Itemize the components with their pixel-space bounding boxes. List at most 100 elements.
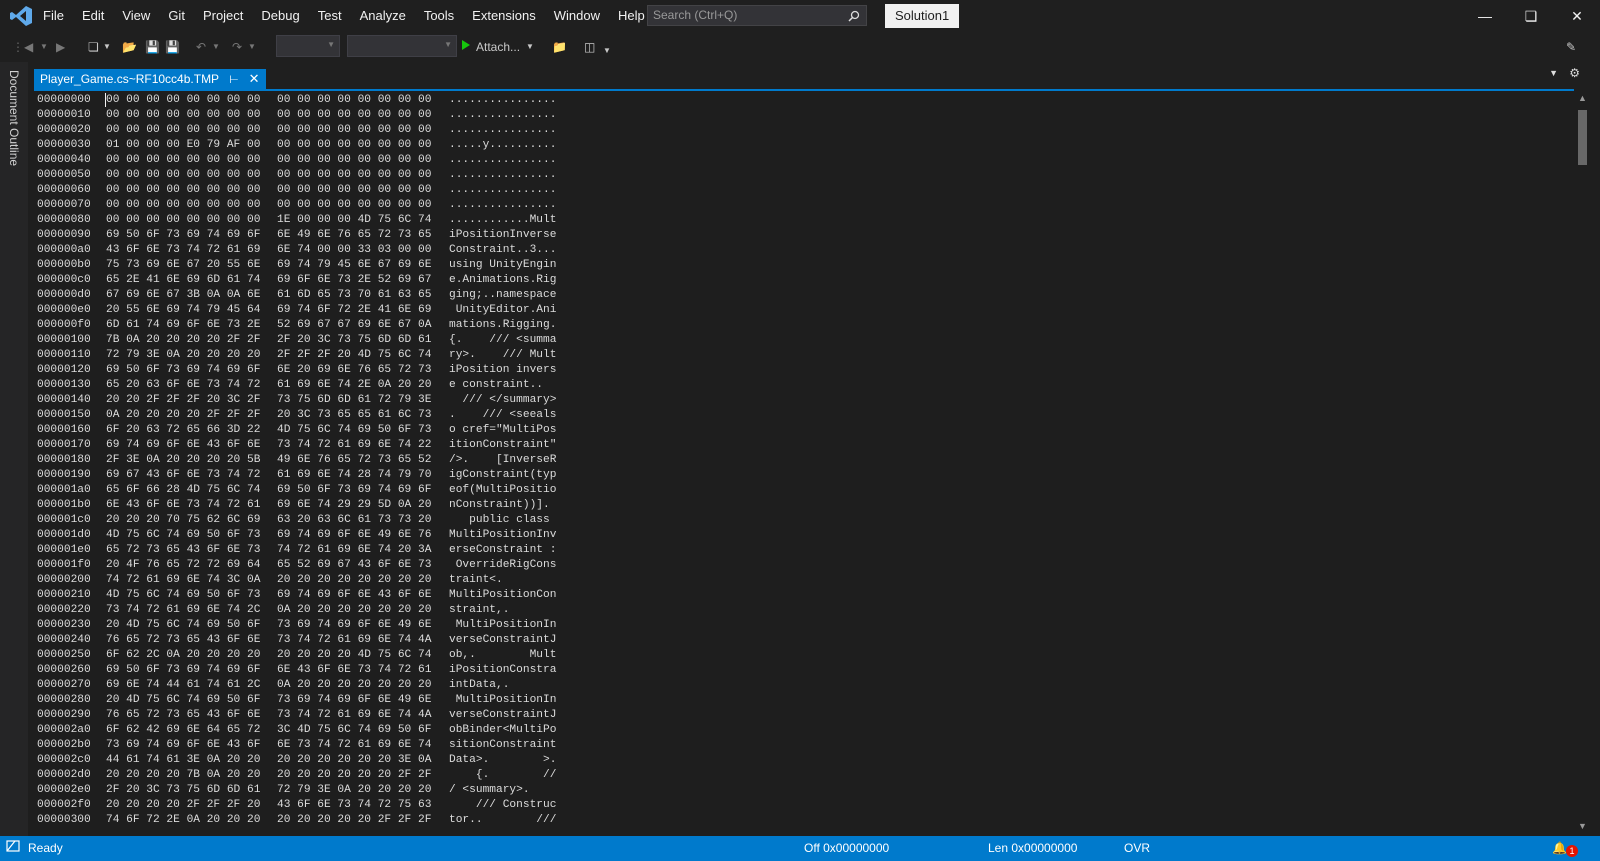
attach-button-label[interactable]: Attach... (476, 38, 520, 56)
ascii-text: iPosition invers (449, 364, 557, 376)
scroll-down-icon[interactable]: ▼ (1578, 821, 1587, 831)
hex-bytes-low: 69 6E 74 44 61 74 61 2C (106, 679, 261, 691)
pin-tab-icon[interactable]: ⊢ (229, 73, 239, 86)
hex-bytes-low: 74 6F 72 2E 0A 20 20 20 (106, 814, 261, 826)
redo-icon[interactable]: ↷ (232, 38, 242, 56)
minimize-button[interactable]: — (1462, 0, 1508, 32)
navigate-forward-icon[interactable]: ▶ (56, 38, 65, 56)
restore-button[interactable]: ❏ (1508, 0, 1554, 32)
scrollbar-thumb[interactable] (1578, 110, 1587, 165)
menu-analyze[interactable]: Analyze (351, 0, 415, 32)
tab-list-dropdown-icon[interactable]: ▼ (1549, 68, 1558, 78)
hex-bytes-low: 65 2E 41 6E 69 6D 61 74 (106, 274, 261, 286)
attach-dropdown-icon[interactable]: ▼ (526, 38, 534, 56)
hex-bytes-high: 6E 43 6F 6E 73 74 72 61 (277, 664, 432, 676)
menu-edit[interactable]: Edit (73, 0, 113, 32)
ascii-text: MultiPositionCon (449, 589, 557, 601)
menu-file[interactable]: File (34, 0, 73, 32)
menu-view[interactable]: View (113, 0, 159, 32)
ascii-text: MultiPositionIn (449, 694, 557, 706)
menu-extensions[interactable]: Extensions (463, 0, 545, 32)
status-overwrite-mode[interactable]: OVR (1124, 836, 1150, 861)
ascii-text: iPositionConstra (449, 664, 557, 676)
hex-bytes-high: 73 69 74 69 6F 6E 49 6E (277, 694, 432, 706)
hex-bytes-low: 20 4D 75 6C 74 69 50 6F (106, 694, 261, 706)
hex-address: 00000200 (37, 574, 91, 586)
hex-bytes-high: 20 20 20 20 20 20 20 20 (277, 574, 432, 586)
ascii-text: /// Construc (449, 799, 557, 811)
menu-git[interactable]: Git (159, 0, 194, 32)
platform-dropdown-icon: ▼ (444, 40, 452, 49)
menu-test[interactable]: Test (309, 0, 351, 32)
hex-bytes-low: 69 50 6F 73 69 74 69 6F (106, 229, 261, 241)
hex-bytes-high: 20 20 20 20 20 20 3E 0A (277, 754, 432, 766)
menu-debug[interactable]: Debug (252, 0, 308, 32)
hex-bytes-high: 00 00 00 00 00 00 00 00 (277, 154, 432, 166)
ascii-text: ................ (449, 109, 557, 121)
menu-project[interactable]: Project (194, 0, 252, 32)
hex-address: 00000300 (37, 814, 91, 826)
status-ready-text: Ready (28, 841, 63, 855)
hex-address: 00000240 (37, 634, 91, 646)
hex-bytes-high: 4D 75 6C 74 69 50 6F 73 (277, 424, 432, 436)
hex-bytes-low: 65 6F 66 28 4D 75 6C 74 (106, 484, 261, 496)
gear-icon[interactable]: ⚙ (1569, 66, 1580, 80)
find-in-files-icon[interactable]: 📁 (552, 38, 567, 56)
start-debug-play-icon[interactable] (461, 38, 471, 56)
undo-dropdown-icon[interactable]: ▼ (212, 38, 220, 56)
navigate-back-icon[interactable]: ◀ (24, 38, 33, 56)
notifications-bell-icon[interactable]: 🔔 (1552, 836, 1567, 861)
hex-address: 000001e0 (37, 544, 91, 556)
ascii-text: straint,. (449, 604, 557, 616)
back-dropdown-icon[interactable]: ▼ (40, 38, 48, 56)
hex-bytes-high: 20 20 20 20 4D 75 6C 74 (277, 649, 432, 661)
hex-bytes-low: 75 73 69 6E 67 20 55 6E (106, 259, 261, 271)
hex-address: 000002a0 (37, 724, 91, 736)
hex-bytes-high: 74 72 61 69 6E 74 20 3A (277, 544, 432, 556)
hex-bytes-high: 6E 20 69 6E 76 65 72 73 (277, 364, 432, 376)
toolbar-overflow-icon[interactable]: ▼ (603, 42, 611, 60)
undo-icon[interactable]: ↶ (196, 38, 206, 56)
live-share-icon[interactable]: ✎ (1566, 38, 1576, 56)
hex-bytes-low: 73 74 72 61 69 6E 74 2C (106, 604, 261, 616)
ascii-text: nConstraint))]. (449, 499, 550, 511)
document-tab[interactable]: Player_Game.cs~RF10cc4b.TMP ⊢ ✕ (34, 69, 266, 89)
ascii-text: mations.Rigging. (449, 319, 557, 331)
search-box[interactable]: Search (Ctrl+Q) (647, 5, 867, 26)
hex-address: 00000230 (37, 619, 91, 631)
hex-bytes-low: 76 65 72 73 65 43 6F 6E (106, 634, 261, 646)
hex-address: 00000290 (37, 709, 91, 721)
hex-address: 00000150 (37, 409, 91, 421)
hex-bytes-high: 00 00 00 00 00 00 00 00 (277, 124, 432, 136)
new-project-dropdown-icon[interactable]: ▼ (103, 38, 111, 56)
hex-address: 000001d0 (37, 529, 91, 541)
hex-address: 000002e0 (37, 784, 91, 796)
vertical-scrollbar[interactable]: ▲ ▼ (1574, 91, 1591, 833)
hex-address: 000002b0 (37, 739, 91, 751)
configuration-combo[interactable]: ▼ (276, 35, 340, 57)
save-icon[interactable]: 💾 (145, 38, 160, 56)
hex-bytes-high: 3C 4D 75 6C 74 69 50 6F (277, 724, 432, 736)
document-outline-tab[interactable]: Document Outline (7, 70, 21, 166)
close-tab-icon[interactable]: ✕ (249, 71, 260, 87)
hex-address: 00000180 (37, 454, 91, 466)
new-project-icon[interactable]: ❏ (88, 38, 99, 56)
ascii-text: {. // (449, 769, 557, 781)
ascii-text: ................ (449, 169, 557, 181)
hex-address: 00000260 (37, 664, 91, 676)
ascii-text: /// </summary> (449, 394, 557, 406)
platform-combo[interactable]: ▼ (347, 35, 457, 57)
hex-bytes-low: 2F 3E 0A 20 20 20 20 5B (106, 454, 261, 466)
hex-address: 00000170 (37, 439, 91, 451)
menu-window[interactable]: Window (545, 0, 609, 32)
hex-editor[interactable]: 00000000 00 00 00 00 00 00 00 00 00 00 00 … (34, 91, 1574, 833)
open-file-icon[interactable]: 📂 (122, 38, 137, 56)
close-window-button[interactable]: ✕ (1554, 0, 1600, 32)
solution-name-badge[interactable]: Solution1 (885, 4, 960, 28)
menu-tools[interactable]: Tools (415, 0, 463, 32)
save-all-icon[interactable]: 💾 (165, 38, 180, 56)
scroll-up-icon[interactable]: ▲ (1578, 93, 1587, 103)
browser-link-icon[interactable]: ◫ (584, 38, 595, 56)
ascii-text: ging;..namespace (449, 289, 557, 301)
redo-dropdown-icon[interactable]: ▼ (248, 38, 256, 56)
